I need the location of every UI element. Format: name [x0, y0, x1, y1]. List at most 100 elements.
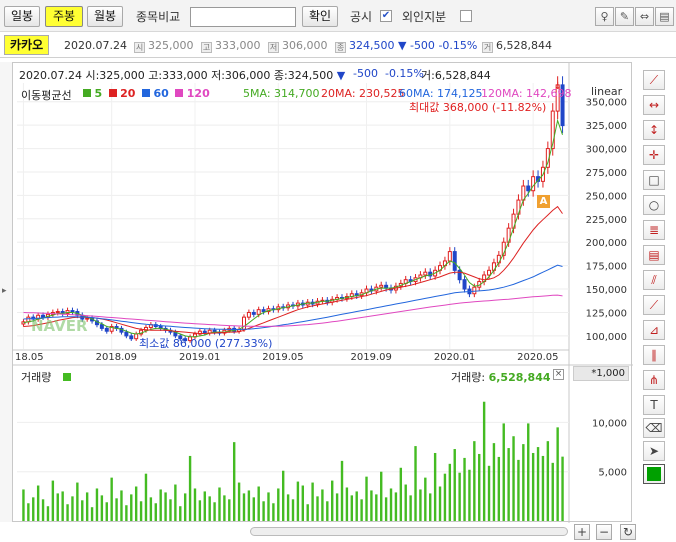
volume-bar — [478, 453, 481, 521]
lightbulb-icon[interactable]: ♀ — [595, 7, 614, 26]
chart-toolbar: 일봉 주봉 월봉 종목비교 확인 공시 ✔ 외인지분 ♀ ✎ ⇔ ▤ — [0, 0, 676, 32]
ma20-swatch — [108, 89, 117, 97]
foreign-share-label: 외인지분 — [402, 10, 447, 24]
time-tick-label: 2020.05 — [517, 352, 558, 363]
header-ohlc: 2020.07.24 시:325,000 고:333,000 저:306,000… — [19, 69, 346, 82]
vertical-line-icon[interactable]: ↕ — [643, 120, 665, 140]
monthly-button[interactable]: 월봉 — [87, 6, 123, 27]
horizontal-line-icon[interactable]: ↔ — [643, 95, 665, 115]
weekly-button[interactable]: 주봉 — [45, 6, 83, 27]
volume-bar — [71, 496, 74, 521]
volume-bar — [262, 501, 265, 521]
volume-bar — [551, 462, 554, 521]
volume-bar — [115, 498, 118, 521]
volume-bar — [389, 488, 393, 521]
zoom-out-icon[interactable]: − — [596, 524, 612, 540]
ma-line-120MA — [23, 294, 563, 327]
volume-bar — [22, 489, 25, 521]
trend-line-icon[interactable]: ⟋ — [643, 295, 665, 315]
line-tool-icon[interactable]: ⟋ — [643, 70, 665, 90]
volume-tick-label: 10,000 — [592, 418, 627, 429]
price-tick-label: 350,000 — [586, 98, 627, 109]
left-arrow-icon[interactable]: ▸ — [2, 286, 7, 296]
time-tick-label: 2020.01 — [434, 352, 475, 363]
compare-input[interactable] — [190, 7, 296, 27]
candle-body — [487, 269, 492, 276]
volume-bar — [85, 492, 89, 521]
price-chart-svg: 100,000 125,000 150,000 175,000 200,000 225,0… — [13, 63, 633, 523]
volume-bar — [340, 460, 344, 521]
volume-bar — [492, 443, 496, 521]
gann-line-icon[interactable]: ∥ — [643, 345, 665, 365]
volume-bar — [512, 436, 515, 521]
pen-icon[interactable]: ✎ — [615, 7, 634, 26]
volume-bar — [27, 503, 30, 521]
time-tick-label: 2019.05 — [262, 352, 303, 363]
volume-bar — [546, 441, 550, 521]
andrews-pitchfork-icon[interactable]: ⋔ — [643, 370, 665, 390]
volume-bar — [370, 490, 373, 521]
volume-bar — [247, 490, 251, 521]
volume-bar — [375, 494, 378, 521]
volume-close-icon[interactable]: × — [553, 369, 564, 380]
volume-bar — [237, 482, 241, 521]
candle-body — [472, 286, 477, 295]
volume-bar — [448, 463, 452, 521]
volume-bar — [556, 427, 559, 521]
speed-line-icon[interactable]: ⊿ — [643, 320, 665, 340]
volume-bar — [424, 477, 427, 521]
ma5-value: 5MA: 314,700 — [243, 87, 320, 100]
confirm-button[interactable]: 확인 — [302, 6, 338, 27]
text-tool-icon[interactable]: T — [643, 395, 665, 415]
ma60-swatch — [141, 89, 150, 97]
volume-bar — [419, 489, 422, 521]
price-tick-label: 125,000 — [586, 308, 627, 319]
pointer-icon[interactable]: ➤ — [643, 441, 665, 461]
fibonacci-fan-icon[interactable]: ▤ — [643, 245, 665, 265]
disclosure-checkbox[interactable]: ✔ — [380, 10, 392, 22]
foreign-share-checkbox[interactable] — [460, 10, 472, 22]
event-badge-a[interactable]: A — [537, 195, 550, 208]
candle-body — [134, 333, 139, 340]
scale-mode[interactable]: linear — [591, 85, 622, 98]
volume-bar — [291, 499, 295, 521]
volume-bar — [203, 491, 206, 521]
stock-close: 종 324,500 ▼ -500 -0.15% — [335, 39, 478, 53]
stock-name[interactable]: 카카오 — [4, 35, 50, 55]
eraser-icon[interactable]: ⌫ — [643, 418, 665, 438]
left-scroll-strip[interactable]: ▸ — [0, 62, 12, 522]
circle-icon[interactable]: ○ — [643, 195, 665, 215]
volume-bar — [105, 502, 108, 521]
expand-icon[interactable]: ⇔ — [635, 7, 654, 26]
volume-bar — [169, 499, 172, 521]
volume-bar — [213, 502, 216, 521]
candle-body — [256, 309, 261, 315]
volume-bar — [443, 473, 447, 521]
rectangle-icon[interactable]: □ — [643, 170, 665, 190]
time-tick-label: 2019.09 — [351, 352, 392, 363]
zoom-in-icon[interactable]: + — [574, 524, 590, 540]
volume-bar — [193, 488, 197, 521]
document-icon[interactable]: ▤ — [655, 7, 674, 26]
stock-volume: 거 6,528,844 — [482, 39, 552, 53]
color-picker-icon[interactable] — [643, 464, 665, 484]
fibonacci-icon[interactable]: ≣ — [643, 220, 665, 240]
volume-bar — [242, 493, 246, 521]
volume-bar — [311, 482, 314, 521]
volume-bar — [561, 456, 564, 521]
stock-info-bar: 카카오 2020.07.24 시 325,000 고 333,000 저 306,00… — [0, 32, 676, 58]
price-tick-label: 200,000 — [586, 238, 627, 249]
volume-bar — [110, 477, 113, 521]
daily-button[interactable]: 일봉 — [4, 6, 40, 27]
time-scrollbar[interactable] — [250, 527, 568, 536]
volume-bar — [257, 486, 260, 521]
ma20-value: 20MA: 230,525 — [321, 87, 405, 100]
price-tick-label: 250,000 — [586, 191, 627, 202]
parallel-channel-icon[interactable]: ⫽ — [643, 270, 665, 290]
refresh-icon[interactable]: ↻ — [620, 524, 636, 540]
volume-bar — [335, 493, 339, 521]
high-icon: 고 — [201, 42, 212, 53]
volume-bar — [429, 493, 432, 521]
cross-line-icon[interactable]: ✛ — [643, 145, 665, 165]
volume-bar — [183, 493, 187, 521]
